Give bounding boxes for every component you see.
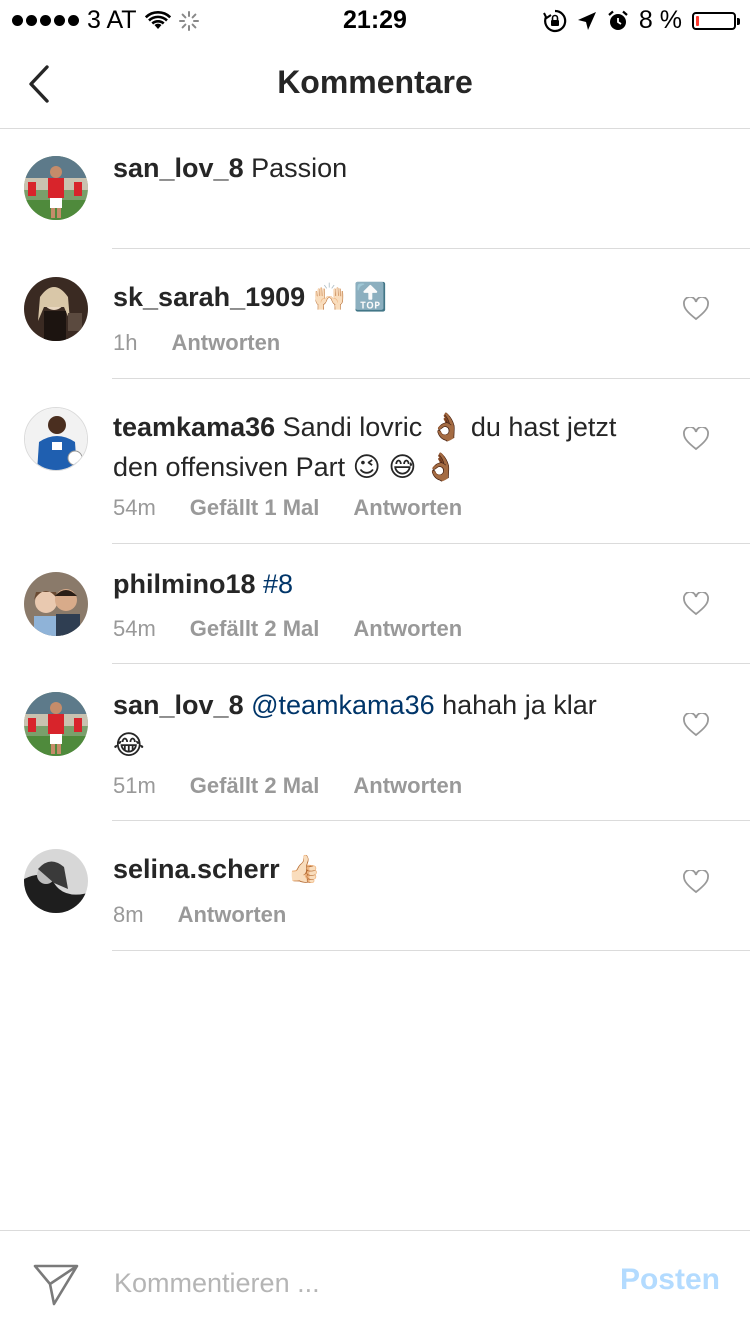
avatar[interactable] — [24, 277, 88, 341]
comment-text: philmino18 #8 — [113, 564, 633, 604]
username[interactable]: san_lov_8 — [113, 690, 244, 720]
comment-meta: 54m Gefällt 2 Mal Antworten — [113, 616, 462, 642]
comment-item: philmino18 #8 54m Gefällt 2 Mal Antworte… — [0, 544, 750, 664]
like-heart-icon[interactable] — [683, 713, 709, 737]
username[interactable]: san_lov_8 — [113, 153, 244, 183]
like-heart-icon[interactable] — [683, 297, 709, 321]
comment-meta: 8m Antworten — [113, 902, 286, 928]
comment-text: san_lov_8 @teamkama36 hahah ja klar 😂 — [113, 685, 633, 765]
reply-button[interactable]: Antworten — [353, 495, 462, 521]
navigation-bar: Kommentare — [0, 40, 750, 129]
reply-button[interactable]: Antworten — [353, 616, 462, 642]
comment-item: san_lov_8 @teamkama36 hahah ja klar 😂 51… — [0, 664, 750, 821]
timestamp: 8m — [113, 902, 144, 927]
comment-text: sk_sarah_1909 🙌🏻 🔝 — [113, 277, 633, 317]
comment-input[interactable] — [114, 1261, 594, 1305]
status-bar: 3 AT 21:29 8 % — [0, 0, 750, 40]
battery-level — [696, 15, 699, 26]
comment-body: Passion — [251, 153, 348, 183]
comment-text: selina.scherr 👍🏻 — [113, 849, 633, 889]
divider — [112, 950, 750, 951]
comment-composer: Posten — [0, 1230, 750, 1335]
avatar[interactable] — [24, 572, 88, 636]
reply-button[interactable]: Antworten — [171, 330, 280, 356]
post-button[interactable]: Posten — [620, 1263, 720, 1297]
timestamp: 1h — [113, 330, 138, 355]
comment-item: selina.scherr 👍🏻 8m Antworten — [0, 821, 750, 951]
alarm-icon — [608, 10, 628, 30]
timestamp: 54m — [113, 616, 156, 641]
direct-send-icon[interactable] — [32, 1261, 80, 1307]
status-right: 8 % — [543, 6, 740, 35]
timestamp: 54m — [113, 495, 156, 520]
like-heart-icon[interactable] — [683, 427, 709, 451]
avatar[interactable] — [24, 692, 88, 756]
comment-item: sk_sarah_1909 🙌🏻 🔝 1h Antworten — [0, 249, 750, 379]
avatar[interactable] — [24, 849, 88, 913]
username[interactable]: sk_sarah_1909 — [113, 282, 305, 312]
timestamp: 51m — [113, 773, 156, 798]
likes-count[interactable]: Gefällt 2 Mal — [190, 616, 320, 642]
avatar[interactable] — [24, 156, 88, 220]
comment-body: 👍🏻 — [287, 854, 321, 884]
battery-icon — [692, 11, 740, 30]
rotation-lock-icon — [543, 9, 567, 32]
comment-text: san_lov_8 Passion — [113, 148, 633, 188]
username[interactable]: philmino18 — [113, 569, 256, 599]
like-heart-icon[interactable] — [683, 870, 709, 894]
reply-button[interactable]: Antworten — [178, 902, 287, 928]
comment-item: teamkama36 Sandi lovric 👌🏾 du hast jetzt… — [0, 379, 750, 544]
comment-meta: 54m Gefällt 1 Mal Antworten — [113, 495, 462, 521]
caption-comment: san_lov_8 Passion — [0, 129, 750, 249]
reply-button[interactable]: Antworten — [353, 773, 462, 799]
comment-body: 🙌🏻 🔝 — [312, 282, 388, 312]
likes-count[interactable]: Gefällt 1 Mal — [190, 495, 320, 521]
username[interactable]: selina.scherr — [113, 854, 280, 884]
like-heart-icon[interactable] — [683, 592, 709, 616]
avatar[interactable] — [24, 407, 88, 471]
mention-link[interactable]: @teamkama36 — [251, 690, 435, 720]
comment-meta: 1h Antworten — [113, 330, 280, 356]
comment-text: teamkama36 Sandi lovric 👌🏾 du hast jetzt… — [113, 407, 633, 487]
hashtag-link[interactable]: #8 — [263, 569, 293, 599]
page-title: Kommentare — [277, 64, 473, 100]
likes-count[interactable]: Gefällt 2 Mal — [190, 773, 320, 799]
battery-percentage: 8 % — [638, 6, 682, 34]
username[interactable]: teamkama36 — [113, 412, 275, 442]
comment-meta: 51m Gefällt 2 Mal Antworten — [113, 773, 462, 799]
location-arrow-icon — [577, 11, 596, 30]
